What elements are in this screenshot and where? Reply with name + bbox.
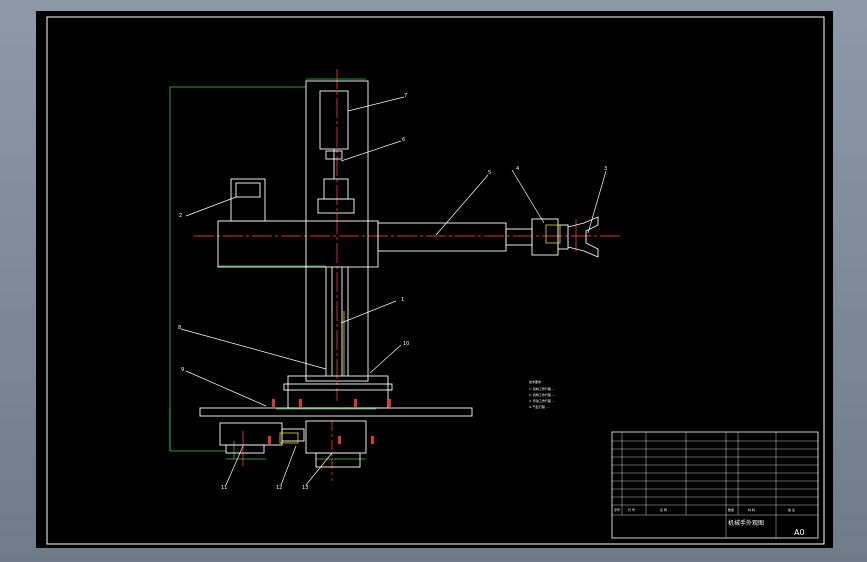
header-cell: 数量 xyxy=(728,507,734,512)
callout-label: 2 xyxy=(179,213,182,219)
scale-label: A0 xyxy=(794,528,805,537)
highlight-lines xyxy=(279,224,561,444)
note-line: 1. 机构工作行程 ... xyxy=(529,386,555,391)
header-cell: 材 料 xyxy=(748,507,755,512)
technical-notes: 技术要求： 1. 机构工作行程 ... 2. 机构工作行程 ... 3. 传动工… xyxy=(529,379,555,409)
note-line: 4. 气缸行程 ... xyxy=(529,404,549,409)
callout-label: 6 xyxy=(402,137,405,143)
header-cell: 代 号 xyxy=(628,507,635,512)
title-block: 序号 代 号 名 称 数量 材 料 备 注 机械手外观图 A0 xyxy=(611,431,819,539)
callout-label: 9 xyxy=(181,367,184,373)
callout-label: 5 xyxy=(488,170,491,176)
callout-numbers: 7 6 5 4 3 2 1 8 9 10 11 12 13 xyxy=(178,93,607,491)
drawing-title: 机械手外观图 xyxy=(728,519,764,527)
bolt-marks xyxy=(268,399,391,444)
parts-table-grid xyxy=(612,432,818,538)
header-cell: 名 称 xyxy=(660,507,667,512)
callout-label: 1 xyxy=(401,297,404,303)
parts-header-row: 序号 代 号 名 称 数量 材 料 备 注 xyxy=(614,507,795,512)
callout-label: 8 xyxy=(178,325,181,331)
leader-lines xyxy=(180,96,607,486)
note-line: 2. 机构工作行程 ... xyxy=(529,392,555,397)
callout-label: 7 xyxy=(404,93,407,99)
note-line: 3. 传动工作行程 ... xyxy=(529,398,555,403)
callout-label: 12 xyxy=(276,485,282,491)
callout-label: 11 xyxy=(221,485,227,491)
cad-viewport[interactable]: 7 6 5 4 3 2 1 8 9 10 11 12 13 技术要求： 1. 机… xyxy=(36,11,833,548)
callout-label: 13 xyxy=(302,485,308,491)
callout-label: 4 xyxy=(516,166,519,172)
callout-label: 3 xyxy=(604,166,607,172)
mechanical-drawing: 7 6 5 4 3 2 1 8 9 10 11 12 13 技术要求： 1. 机… xyxy=(46,16,825,545)
header-cell: 备 注 xyxy=(788,507,795,512)
notes-title: 技术要求： xyxy=(529,379,544,384)
center-lines xyxy=(194,69,621,481)
callout-label: 10 xyxy=(403,341,409,347)
machine-outline xyxy=(199,80,599,468)
header-cell: 序号 xyxy=(614,507,620,512)
